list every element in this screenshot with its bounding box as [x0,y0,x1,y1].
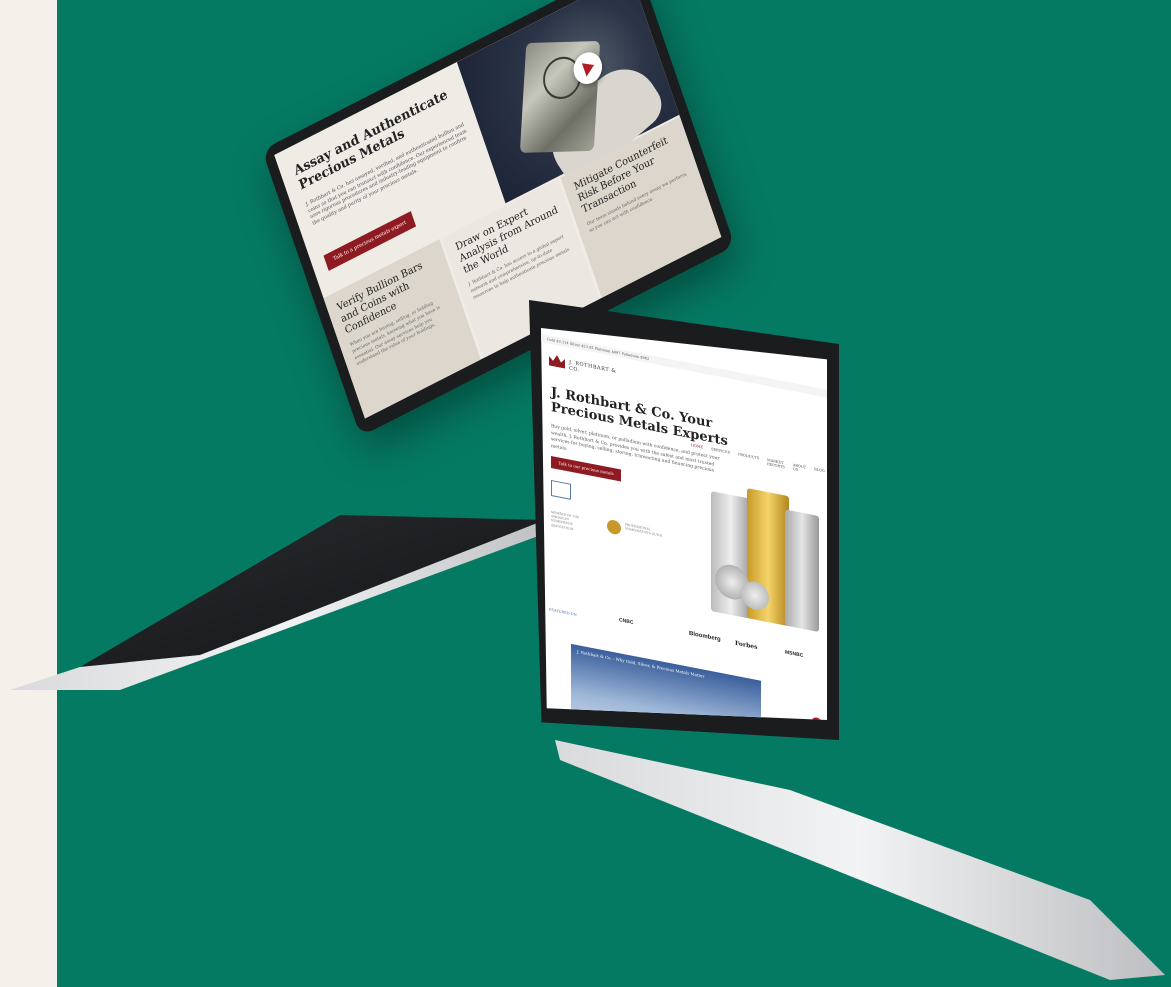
laptop-front-screen: Gold $2,114 Silver $23.05 Platinum $897 … [529,300,839,740]
left-margin [0,0,57,987]
nav-item-market-reports[interactable]: MARKET REPORTS [767,458,785,469]
trust-badges: MEMBER OF THE AMERICAN NUMISMATIC ASSOCI… [551,479,671,563]
nav-item-blog[interactable]: BLOG [814,467,825,477]
cnbc-logo: CNBC [619,617,634,626]
bullion-hero-image [711,481,821,642]
bloomberg-logo: Bloomberg [689,630,721,643]
msnbc-logo: MSNBC [785,649,804,659]
logo-text: J. ROTHBART & CO. [569,359,617,375]
badge-caption: PROFESSIONAL NUMISMATISTS GUILD [625,522,663,538]
nav-item-about[interactable]: ABOUT US [793,463,806,474]
laptop-front-display: Gold $2,114 Silver $23.05 Platinum $897 … [541,328,827,720]
nav-item-products[interactable]: PRODUCTS [738,452,759,464]
crown-icon [549,354,565,369]
png-seal-icon [607,518,621,536]
ana-badge-icon [551,479,571,500]
forbes-logo: Forbes [735,639,758,652]
featured-label: FEATURED ON [549,607,577,617]
rothbart-homepage: Gold $2,114 Silver $23.05 Platinum $897 … [541,328,827,720]
badge-caption: MEMBER OF THE AMERICAN NUMISMATIC ASSOCI… [551,509,580,531]
silver-bar [785,509,819,633]
site-logo[interactable]: J. ROTHBART & CO. [549,354,623,382]
